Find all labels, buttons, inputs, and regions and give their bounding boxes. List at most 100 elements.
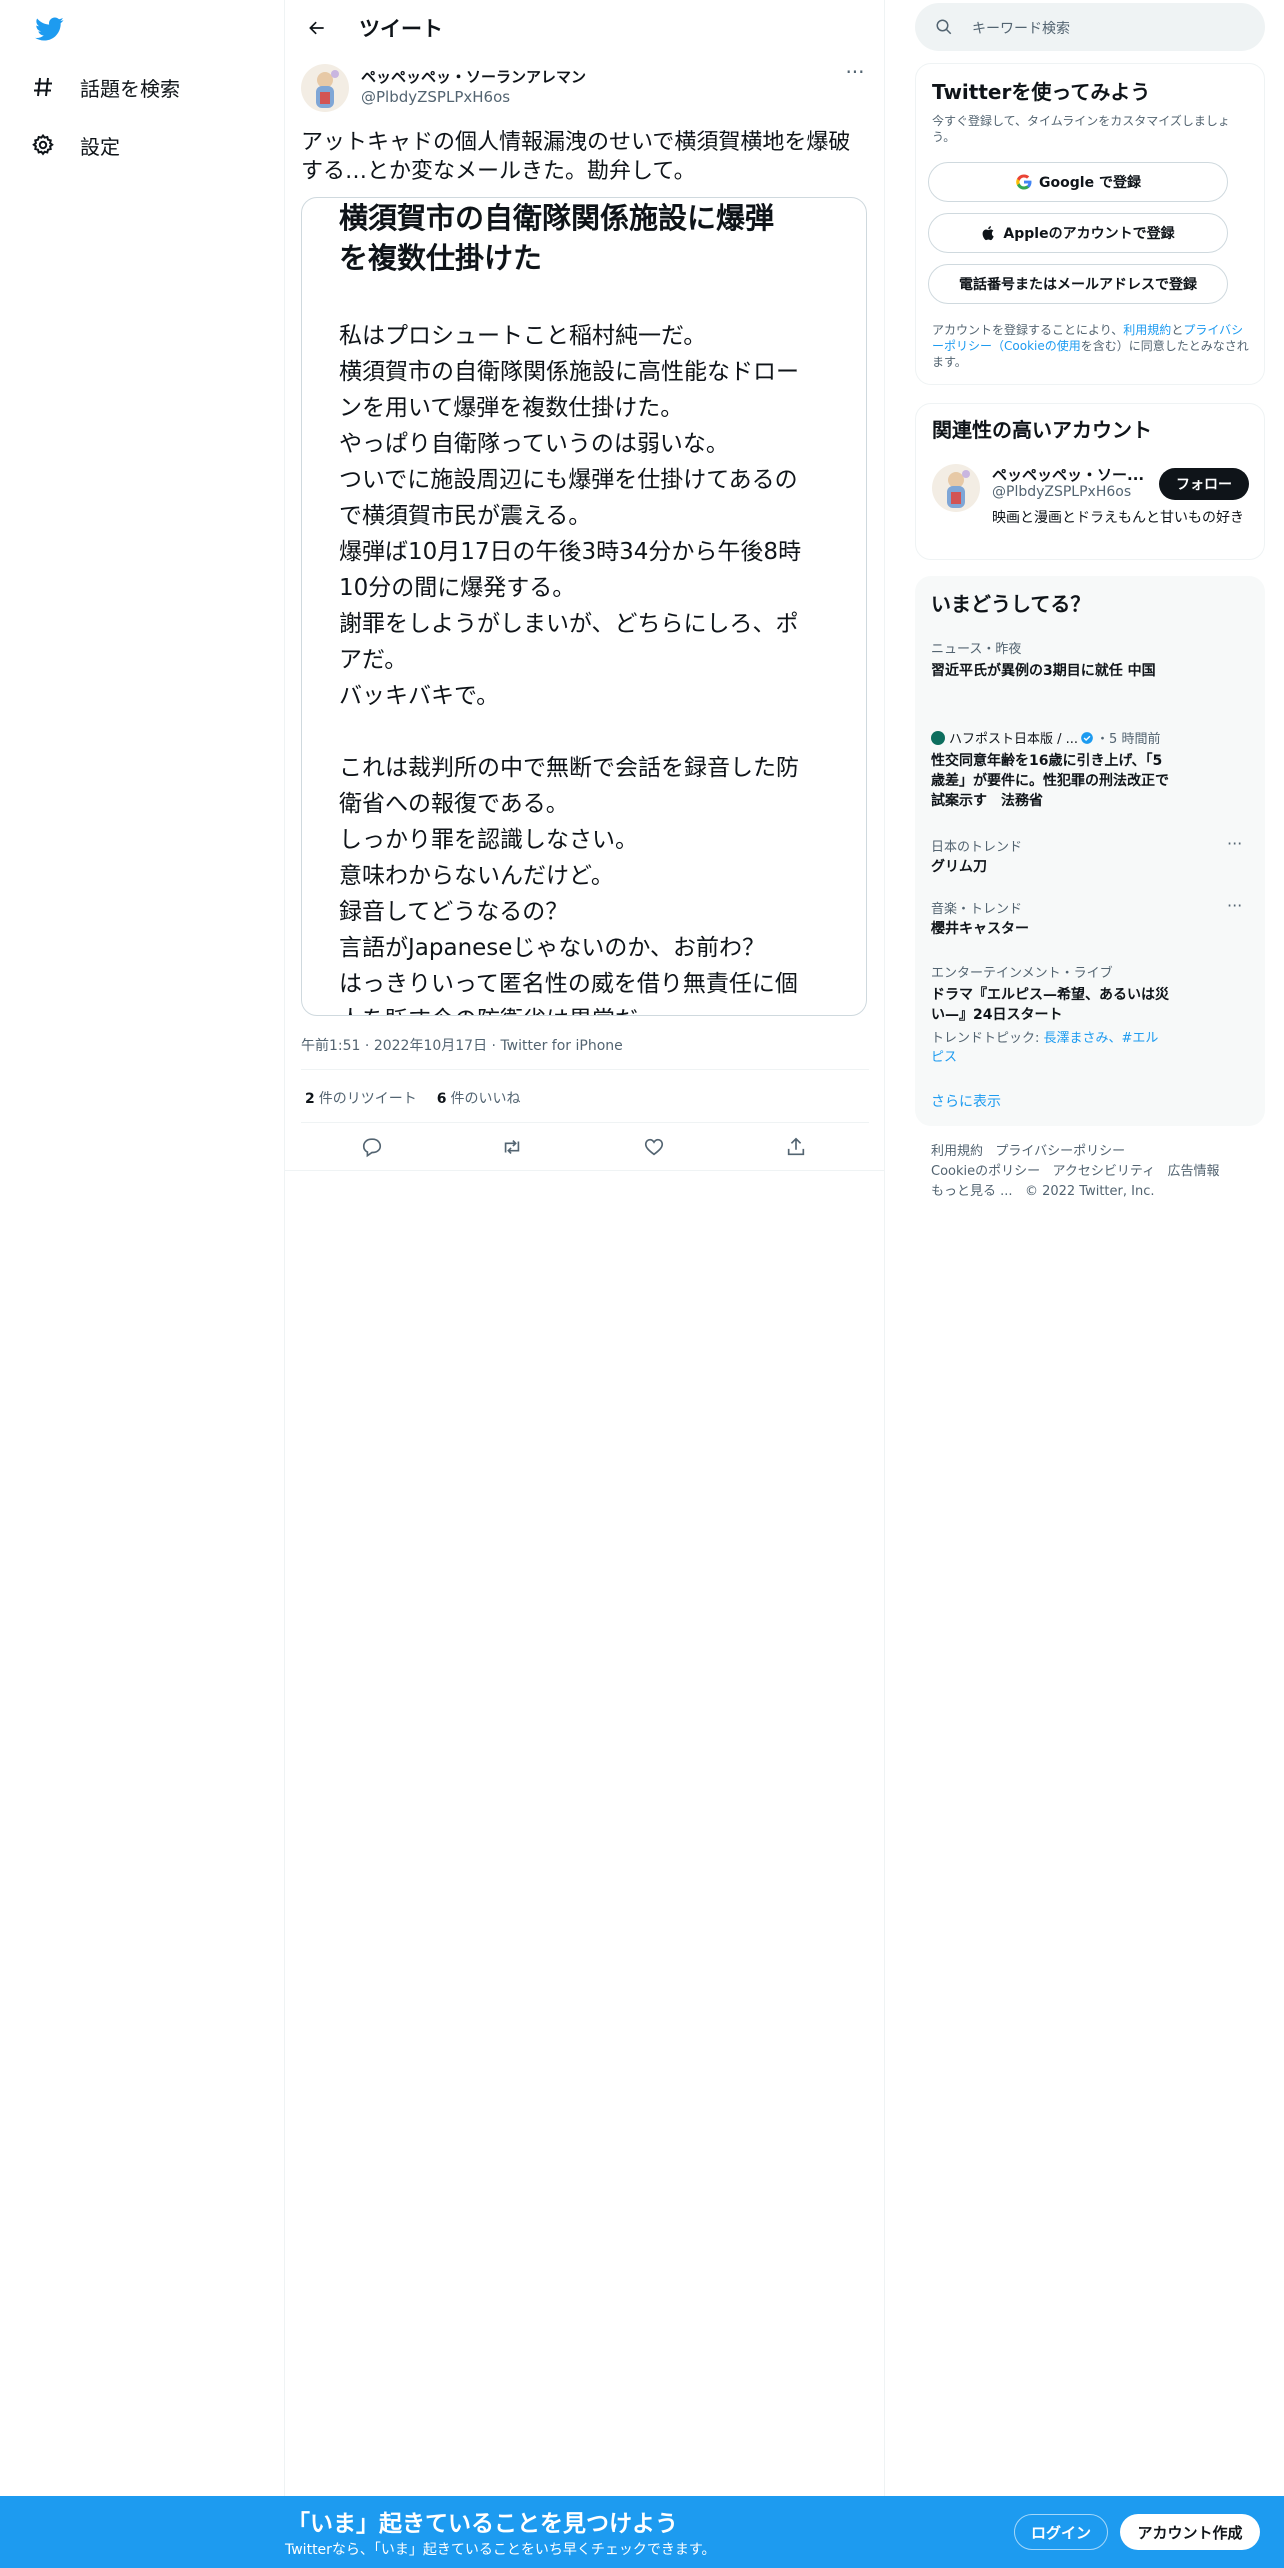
- card-body-line: はっきりいって匿名性の威を借り無責任に個: [339, 971, 798, 997]
- card-body-line: で横須賀市民が震える。: [339, 503, 592, 529]
- likes-label: 件のいいね: [450, 1091, 521, 1107]
- google-signup-button[interactable]: Google で登録: [928, 162, 1228, 202]
- trend-category: 日本のトレンド: [931, 840, 1023, 855]
- trend-item[interactable]: エンターテインメント・ライブ ドラマ『エルピス—希望、あるいは災い—』24日スタ…: [931, 962, 1171, 1065]
- apple-signup-button[interactable]: Appleのアカウントで登録: [928, 213, 1228, 253]
- hashtag-icon: [28, 72, 58, 102]
- card-body-line: これは裁判所の中で無断で会話を録音した防: [339, 755, 799, 781]
- card-body-line: 謝罪をしようがしまいが、どちらにしろ、ポ: [339, 611, 799, 637]
- nav-item-label: 話題を検索: [80, 76, 180, 101]
- trend-title: グリム刀: [931, 859, 987, 875]
- retweets-stat[interactable]: 2 件のリツイート: [305, 1088, 417, 1108]
- card-body-line: アだ。: [339, 647, 408, 673]
- related-name[interactable]: ペッペッペッ・ソー...: [992, 464, 1144, 485]
- phone-email-signup-button[interactable]: 電話番号またはメールアドレスで登録: [928, 264, 1228, 304]
- trend-topics-label: トレンドトピック:: [931, 1031, 1044, 1046]
- divider: [301, 1069, 869, 1070]
- show-more-link[interactable]: さらに表示: [931, 1091, 1001, 1111]
- google-signup-label: Google で登録: [1039, 175, 1141, 191]
- like-icon[interactable]: [637, 1130, 671, 1164]
- footer: 利用規約 プライバシーポリシー Cookieのポリシー アクセシビリティ 広告情…: [931, 1142, 1251, 1202]
- card-body-line: やっぱり自衛隊っていうのは弱いな。: [339, 431, 729, 457]
- back-arrow-icon[interactable]: [299, 10, 335, 46]
- footer-link[interactable]: 広告情報: [1168, 1164, 1220, 1179]
- trend-category: ニュース・昨夜: [931, 642, 1022, 657]
- trend-time: ・5 時間前: [1096, 732, 1161, 747]
- card-body-line: 私はプロシュートこと稲村純一だ。: [339, 323, 707, 349]
- footer-link[interactable]: プライバシーポリシー: [995, 1144, 1125, 1159]
- trends-panel: いまどうしてる？ ニュース・昨夜 習近平氏が異例の3期目に就任 中国 ハフポスト…: [915, 576, 1265, 1126]
- header: ツイート: [285, 0, 885, 54]
- copyright: © 2022 Twitter, Inc.: [1024, 1184, 1155, 1199]
- card-body-line: 10分の間に爆発する。: [339, 575, 576, 601]
- twitter-logo-icon[interactable]: [32, 14, 66, 44]
- more-options-icon[interactable]: ···: [1227, 896, 1242, 915]
- login-button[interactable]: ログイン: [1014, 2514, 1108, 2550]
- signup-subtitle: 今すぐ登録して、タイムラインをカスタマイズしましょう。: [932, 114, 1230, 144]
- footer-link[interactable]: 利用規約: [931, 1144, 983, 1159]
- trend-item[interactable]: 音楽・トレンド 櫻井キャスター: [931, 898, 1231, 939]
- avatar[interactable]: [932, 464, 980, 512]
- footer-link[interactable]: Cookieのポリシー: [931, 1164, 1040, 1179]
- trend-source: ハフポスト日本版 / ...: [949, 732, 1079, 747]
- search-input[interactable]: キーワード検索: [915, 3, 1265, 51]
- likes-count: 6: [436, 1091, 447, 1107]
- apple-signup-label: Appleのアカウントで登録: [1003, 226, 1175, 242]
- trend-title: 櫻井キャスター: [931, 921, 1029, 937]
- retweet-icon[interactable]: [495, 1130, 529, 1164]
- signup-title: Twitterを使ってみよう: [932, 80, 1151, 104]
- card-body-line: バッキバキで。: [339, 683, 500, 709]
- retweets-label: 件のリツイート: [318, 1091, 417, 1107]
- main-column: ツイート ペッペッペッ・ソーランアレマン @PlbdyZSPLPxH6os ··…: [285, 0, 885, 2496]
- share-icon[interactable]: [779, 1130, 813, 1164]
- trend-item[interactable]: ハフポスト日本版 / ... ・5 時間前 性交同意年齢を16歳に引き上げ、「5…: [931, 728, 1171, 811]
- tweet-date[interactable]: 2022年10月17日: [374, 1038, 487, 1054]
- card-body-line: 衛省への報復である。: [339, 791, 569, 817]
- tweet-stats: 2 件のリツイート 6 件のいいね: [305, 1088, 521, 1108]
- author-handle[interactable]: @PlbdyZSPLPxH6os: [361, 88, 510, 106]
- signup-label: アカウント作成: [1137, 2523, 1243, 2542]
- trends-title: いまどうしてる？: [931, 592, 1091, 616]
- more-options-icon[interactable]: ···: [1227, 834, 1242, 853]
- tweet-time[interactable]: 午前1:51: [301, 1038, 360, 1054]
- card-body-line: 爆弾ば10月17日の午後3時34分から午後8時: [339, 539, 802, 565]
- avatar[interactable]: [301, 64, 349, 112]
- reply-icon[interactable]: [355, 1130, 389, 1164]
- related-accounts-panel: 関連性の高いアカウント ペッペッペッ・ソー... @PlbdyZSPLPxH6o…: [915, 403, 1265, 560]
- search-placeholder: キーワード検索: [972, 21, 1070, 37]
- footer-link[interactable]: アクセシビリティ: [1053, 1164, 1156, 1179]
- more-options-icon[interactable]: ···: [841, 62, 869, 88]
- related-handle[interactable]: @PlbdyZSPLPxH6os: [992, 484, 1131, 500]
- card-body-line: しっかり罪を認識しなさい。: [339, 827, 638, 853]
- bottom-bar-title: 「いま」起きていることを見つけよう: [287, 2511, 678, 2537]
- author-name[interactable]: ペッペッペッ・ソーランアレマン: [361, 66, 586, 87]
- likes-stat[interactable]: 6 件のいいね: [437, 1088, 521, 1108]
- tweet-image[interactable]: 横須賀市の自衛隊関係施設に爆弾 を複数仕掛けた 私はプロシュートこと稲村純一だ。…: [301, 197, 867, 1016]
- tweet-source[interactable]: Twitter for iPhone: [500, 1038, 622, 1054]
- card-title: 横須賀市の自衛隊関係施設に爆弾 を複数仕掛けた: [339, 198, 839, 278]
- trend-topics: トレンドトピック: 長澤まさみ、#エルピス: [931, 1027, 1171, 1065]
- trend-category: 音楽・トレンド: [931, 902, 1023, 917]
- card-body-line: 意味わからないんだけど。: [339, 863, 614, 889]
- nav-item-settings[interactable]: 設定: [28, 121, 120, 169]
- card-body-line: [339, 714, 839, 750]
- follow-button[interactable]: フォロー: [1159, 468, 1249, 500]
- source-avatar: [931, 730, 945, 745]
- terms-link[interactable]: 利用規約: [1123, 323, 1171, 337]
- trend-item[interactable]: 日本のトレンド グリム刀: [931, 836, 1231, 877]
- trend-item[interactable]: ニュース・昨夜 習近平氏が異例の3期目に就任 中国: [931, 638, 1171, 681]
- card-body: 私はプロシュートこと稲村純一だ。 横須賀市の自衛隊関係施設に高性能なドロー ンを用い…: [339, 318, 839, 1015]
- phone-email-signup-label: 電話番号またはメールアドレスで登録: [959, 277, 1197, 293]
- nav-item-explore[interactable]: 話題を検索: [28, 63, 180, 111]
- page-title: ツイート: [359, 17, 443, 41]
- divider: [301, 1122, 869, 1123]
- footer-link[interactable]: もっと見る ...: [931, 1184, 1013, 1199]
- card-body-line: ンを用いて爆弾を複数仕掛けた。: [339, 395, 684, 421]
- related-bio: 映画と漫画とドラえもんと甘いもの好き: [992, 510, 1244, 526]
- retweets-count: 2: [305, 1091, 315, 1107]
- signup-button[interactable]: アカウント作成: [1120, 2514, 1260, 2550]
- gear-icon: [28, 130, 58, 160]
- verified-badge-icon: [1080, 731, 1094, 745]
- left-nav: 話題を検索 設定: [0, 0, 285, 2496]
- trend-source-row: ハフポスト日本版 / ... ・5 時間前: [931, 728, 1171, 747]
